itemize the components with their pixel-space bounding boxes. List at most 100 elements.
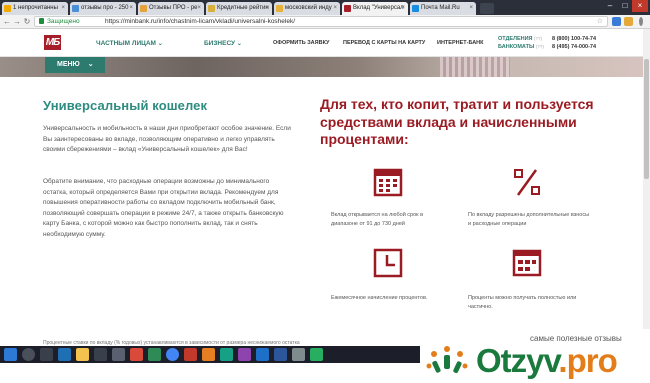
nav-private-persons[interactable]: ЧАСТНЫМ ЛИЦАМ ⌄ [96,40,163,47]
clock-icon [373,248,403,278]
scrollbar-thumb[interactable] [644,59,649,179]
window-close-icon[interactable]: × [632,0,648,12]
back-icon[interactable]: ← [2,16,12,27]
browser-tab[interactable]: Кредитные рейтин × [206,2,272,15]
app-icon[interactable] [148,348,161,361]
browser-tab[interactable]: Почта Mail.Ru × [410,2,476,15]
phone-number[interactable]: 8 (800) 100-74-74 [552,36,596,42]
nav-apply-link[interactable]: ОФОРМИТЬ ЗАЯВКУ [273,40,329,46]
tab-label: Отзывы ПРО - ре [149,5,198,11]
app-icon[interactable] [220,348,233,361]
tab-label: Вклад "Универсал [353,5,404,11]
nav-business[interactable]: БИЗНЕСУ ⌄ [204,40,242,47]
chevron-down-icon: ⌄ [157,41,163,47]
chrome-icon[interactable] [166,348,179,361]
branches-hours: (??) [534,36,543,41]
app-icon[interactable] [112,348,125,361]
chevron-down-icon: ⌄ [236,41,242,47]
close-tab-icon[interactable]: × [333,2,337,15]
extension-icon[interactable] [612,17,621,26]
menu-button[interactable]: МЕНЮ ⌄ [45,57,105,73]
search-icon[interactable] [22,348,35,361]
task-view-icon[interactable] [40,348,53,361]
reload-icon[interactable]: ↻ [22,16,32,27]
maximize-icon[interactable]: □ [617,0,633,12]
app-icon[interactable] [256,348,269,361]
feature-text: Проценты можно получать полностью или ча… [468,295,577,310]
mail-favicon-icon [4,5,11,12]
edge-browser-icon[interactable] [58,348,71,361]
tab-label: московский инду [285,5,332,11]
nav-business-label: БИЗНЕСУ [204,40,236,47]
app-icon[interactable] [310,348,323,361]
minimize-icon[interactable]: – [602,0,618,12]
browser-tab[interactable]: 1 непрочитанны × [2,2,68,15]
tab-label: 1 непрочитанны [13,5,58,11]
windows-taskbar [0,346,420,363]
feature-text: Вклад открывается на любой срок в диапаз… [331,212,424,227]
contact-branches[interactable]: ОТДЕЛЕНИЯ (??) 8 (800) 100-74-74 [498,36,596,42]
bank-favicon-icon [344,5,351,12]
otzyv-brand: Otzyv.pro [476,342,618,380]
tab-label: Почта Mail.Ru [421,5,460,11]
close-tab-icon[interactable]: × [61,2,65,15]
atms-link[interactable]: БАНКОМАТЫ [498,44,534,50]
app-icon[interactable] [202,348,215,361]
close-tab-icon[interactable]: × [469,2,473,15]
bookmark-star-icon[interactable]: ☆ [597,17,603,26]
site-favicon-icon [140,5,147,12]
close-tab-icon[interactable]: × [401,2,405,15]
browser-tab[interactable]: московский инду × [274,2,340,15]
otzyv-brand-suffix: .pro [558,342,617,379]
browser-toolbar: ← → ↻ Защищено https://minbank.ru/info/c… [0,15,650,29]
new-tab-button[interactable] [480,3,494,14]
atms-hours: (??) [535,44,544,49]
windows-start-icon[interactable] [4,348,17,361]
nav-internet-bank-link[interactable]: ИНТЕРНЕТ-БАНК [437,40,484,46]
opera-icon[interactable] [130,348,143,361]
chevron-down-icon: ⌄ [87,61,94,68]
tab-label: Кредитные рейтин [217,5,269,11]
close-tab-icon[interactable]: × [197,2,201,15]
close-tab-icon[interactable]: × [265,2,269,15]
browser-menu-icon[interactable] [639,17,643,26]
hero-photo [440,57,510,77]
bank-logo[interactable]: МБ [44,35,61,50]
nav-card-transfer-link[interactable]: ПЕРЕВОД С КАРТЫ НА КАРТУ [343,40,425,46]
page-scrollbar[interactable] [643,29,650,346]
url-text[interactable]: https://minbank.ru/info/chastnim-licam/v… [105,17,295,26]
forward-icon[interactable]: → [12,16,22,27]
app-icon[interactable] [238,348,251,361]
store-icon[interactable] [94,348,107,361]
browser-window-icon [512,249,542,277]
menu-label: МЕНЮ [57,61,80,68]
browser-tab-strip: 1 непрочитанны × отзывы про - 250 × Отзы… [0,0,650,15]
feature-text: Ежемесячное начисление процентов. [331,295,428,301]
contact-atms[interactable]: БАНКОМАТЫ (??) 8 (495) 74-000-74 [498,44,596,50]
browser-tab[interactable]: Отзывы ПРО - ре × [138,2,204,15]
intro-paragraph: Универсальность и мобильность в наши дни… [43,125,291,153]
browser-tab-active[interactable]: Вклад "Универсал × [342,2,408,15]
browser-tab[interactable]: отзывы про - 250 × [70,2,136,15]
file-explorer-icon[interactable] [76,348,89,361]
security-label: Защищено [47,18,80,25]
site-favicon-icon [208,5,215,12]
close-tab-icon[interactable]: × [129,2,133,15]
extension-icon[interactable] [624,17,633,26]
tab-label: отзывы про - 250 [81,5,129,11]
details-paragraph: Обратите внимание, что расходные операци… [43,178,284,238]
search-favicon-icon [72,5,79,12]
features-headline: Для тех, кто копит, тратит и пользуется … [320,96,594,147]
address-bar[interactable]: Защищено https://minbank.ru/info/chastni… [34,16,608,27]
word-icon[interactable] [274,348,287,361]
branches-link[interactable]: ОТДЕЛЕНИЯ [498,36,533,42]
app-icon[interactable] [292,348,305,361]
feature-text: По вкладу разрешены дополнительные взнос… [468,212,590,227]
hero-banner: МЕНЮ ⌄ [0,57,650,77]
calendar-icon [373,168,403,197]
percent-icon [514,169,540,196]
app-icon[interactable] [184,348,197,361]
phone-number[interactable]: 8 (495) 74-000-74 [552,44,596,50]
lock-icon [39,18,44,24]
otzyv-watermark: самые полезные отзывы Otzyv.pro [420,329,650,383]
